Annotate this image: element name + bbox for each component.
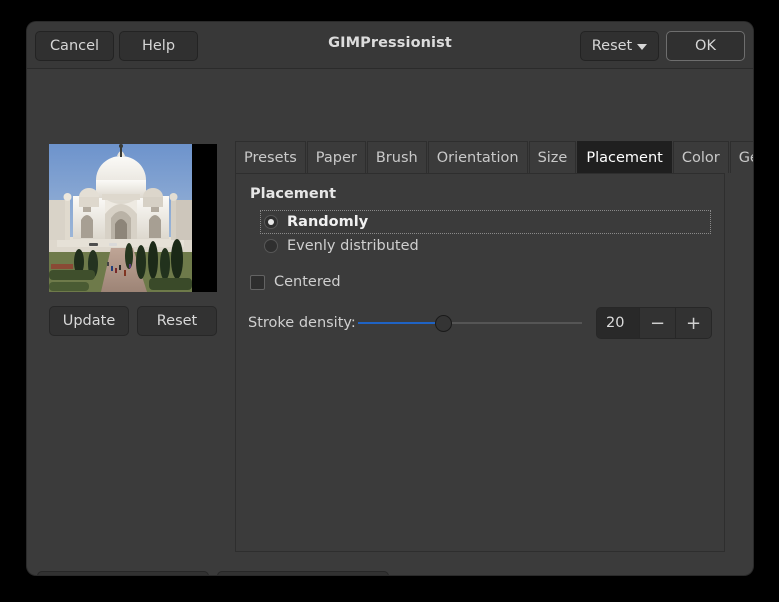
tab-color[interactable]: Color — [672, 141, 729, 173]
tab-brush[interactable]: Brush — [366, 141, 427, 173]
cancel-button[interactable]: Cancel — [35, 31, 114, 61]
ok-button[interactable]: OK — [666, 31, 745, 61]
radio-selected-icon — [264, 215, 278, 229]
gimpressionist-dialog: Cancel Help GIMPressionist Reset OK Upda… — [27, 22, 753, 575]
checkbox-unchecked-icon — [250, 274, 265, 290]
stroke-density-row: Stroke density: 20 − + — [248, 307, 712, 339]
preview-frame — [49, 144, 217, 292]
tab-presets[interactable]: Presets — [235, 141, 306, 173]
tab-general[interactable]: General — [729, 141, 753, 173]
stroke-density-input[interactable]: 20 — [597, 308, 639, 338]
radio-randomly[interactable]: Randomly — [260, 210, 711, 234]
stroke-density-label: Stroke density: — [248, 315, 356, 331]
help-button[interactable]: Help — [119, 31, 198, 61]
placement-section-title: Placement — [250, 186, 337, 202]
tab-paper[interactable]: Paper — [306, 141, 366, 173]
radio-randomly-label: Randomly — [287, 214, 369, 230]
tab-strip: Presets Paper Brush Orientation Size Pla… — [235, 141, 753, 174]
save-settings-button[interactable]: Save Settings — [217, 571, 389, 575]
preview-image[interactable] — [49, 144, 192, 292]
tab-orientation[interactable]: Orientation — [427, 141, 528, 173]
slider-handle[interactable] — [435, 315, 453, 332]
checkbox-centered-label: Centered — [274, 274, 341, 290]
update-preview-button[interactable]: Update — [49, 306, 129, 336]
reset-menu-label: Reset — [591, 38, 633, 54]
reset-preview-button[interactable]: Reset — [137, 306, 217, 336]
stroke-density-spinner: 20 − + — [596, 307, 712, 339]
radio-unselected-icon — [264, 239, 278, 253]
dialog-body: Update Reset Presets Paper Brush Orienta… — [27, 69, 753, 575]
plus-icon[interactable]: + — [675, 308, 711, 338]
minus-icon[interactable]: − — [639, 308, 675, 338]
load-saved-settings-button[interactable]: Load Saved Settings — [37, 571, 209, 575]
tab-placement[interactable]: Placement — [577, 141, 672, 173]
radio-evenly-distributed-label: Evenly distributed — [287, 238, 419, 254]
settings-notebook: Presets Paper Brush Orientation Size Pla… — [235, 141, 753, 552]
radio-evenly-distributed[interactable]: Evenly distributed — [260, 234, 712, 258]
slider-fill — [358, 322, 444, 324]
tab-size[interactable]: Size — [528, 141, 577, 173]
checkbox-centered[interactable]: Centered — [250, 270, 712, 294]
placement-panel: Placement Randomly Evenly distributed Ce… — [235, 174, 725, 552]
chevron-down-icon — [637, 44, 648, 50]
stroke-density-slider[interactable] — [358, 311, 582, 335]
reset-menu-button[interactable]: Reset — [580, 31, 659, 61]
dialog-headerbar: Cancel Help GIMPressionist Reset OK — [27, 22, 753, 69]
